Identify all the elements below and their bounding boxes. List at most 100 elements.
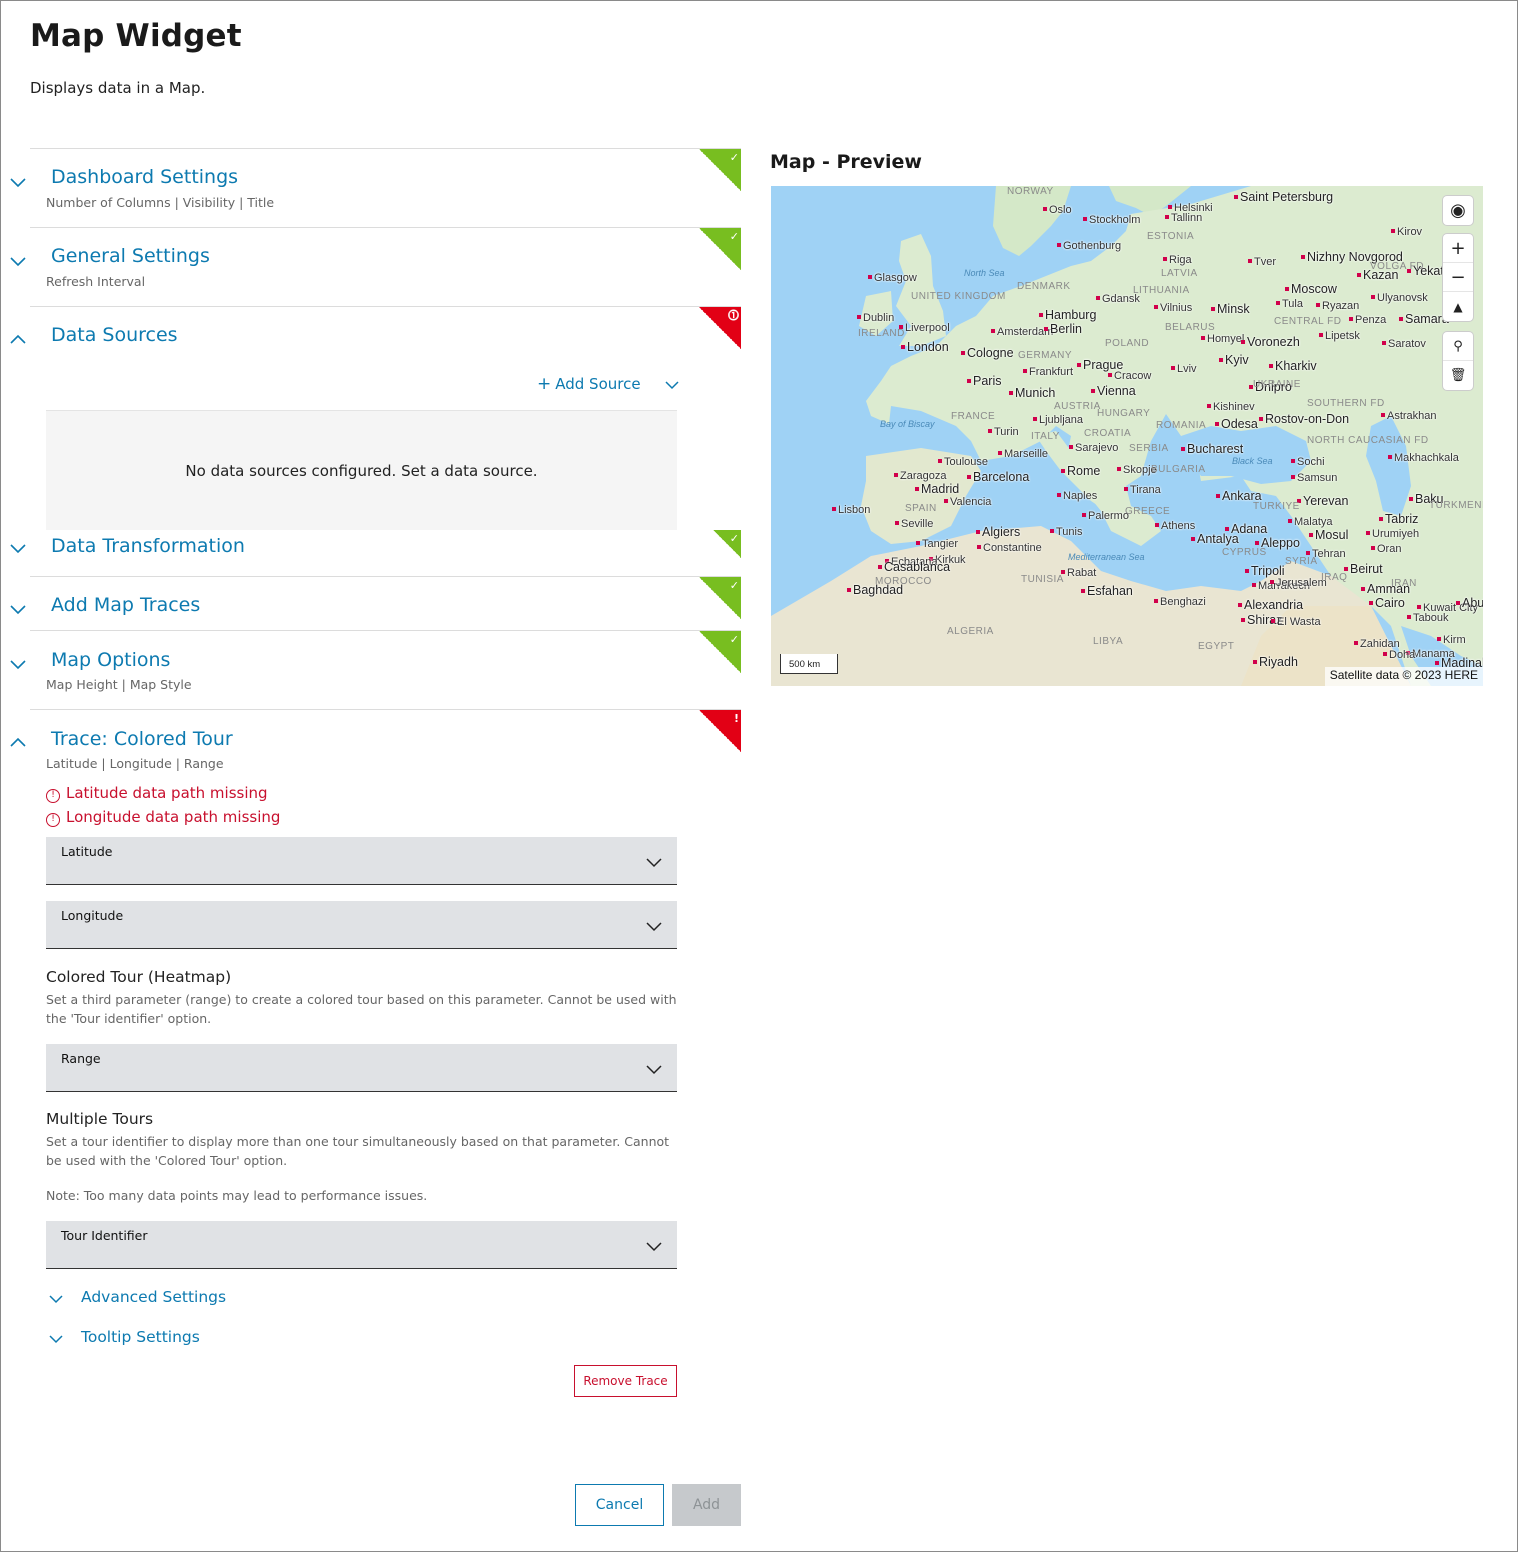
map-city-label: Sarajevo <box>1069 442 1118 454</box>
trash-icon[interactable]: 🗑 <box>1443 361 1473 390</box>
section-title[interactable]: Data Transformation <box>51 535 245 557</box>
city-marker-icon <box>1211 307 1215 311</box>
map-city-label: London <box>901 340 949 354</box>
globe-icon[interactable]: ◉ <box>1443 196 1473 225</box>
section-title[interactable]: Dashboard Settings <box>51 166 238 188</box>
range-select[interactable]: Range <box>46 1044 677 1092</box>
city-marker-icon <box>1108 373 1112 377</box>
valid-status-badge: ✓ <box>699 149 741 191</box>
city-marker-icon <box>967 379 971 383</box>
remove-trace-button[interactable]: Remove Trace <box>574 1365 677 1397</box>
chevron-up-icon[interactable] <box>8 330 28 350</box>
chevron-down-icon <box>646 922 662 932</box>
chevron-down-icon[interactable] <box>47 1290 65 1308</box>
section-general-settings[interactable]: General Settings Refresh Interval ✓ <box>10 227 741 307</box>
map-city-label: Odesa <box>1215 417 1258 431</box>
pin-icon[interactable]: ⚲ <box>1443 332 1473 361</box>
section-data-sources[interactable]: Data Sources ⓵ <box>10 306 741 366</box>
city-marker-icon <box>1259 417 1263 421</box>
chevron-down-icon[interactable] <box>8 599 28 619</box>
section-dashboard-settings[interactable]: Dashboard Settings Number of Columns | V… <box>10 148 741 228</box>
map-country-label: GERMANY <box>1018 350 1073 361</box>
add-source-button[interactable]: + Add Source <box>537 374 641 394</box>
map-city-label: Gothenburg <box>1057 240 1121 252</box>
map-preview[interactable]: Helsinki Saint Petersburg Oslo Stockholm Tal… <box>771 186 1483 686</box>
city-marker-icon <box>1391 229 1395 233</box>
city-marker-icon <box>1371 295 1375 299</box>
map-country-label: CYPRUS <box>1222 547 1267 558</box>
compass-icon[interactable]: ▲ <box>1443 292 1473 321</box>
city-marker-icon <box>1357 273 1361 277</box>
zoom-out-icon[interactable]: − <box>1443 263 1473 292</box>
section-map-options[interactable]: Map Options Map Height | Map Style ✓ <box>10 630 741 710</box>
chevron-down-icon[interactable] <box>8 538 28 558</box>
city-marker-icon <box>1057 243 1061 247</box>
city-marker-icon <box>1082 513 1086 517</box>
city-marker-icon <box>868 275 872 279</box>
globe-control[interactable]: ◉ <box>1443 196 1473 225</box>
plus-icon: + <box>537 374 552 394</box>
section-title[interactable]: Map Options <box>51 649 170 671</box>
advanced-settings-toggle[interactable]: Advanced Settings <box>81 1288 226 1306</box>
longitude-select[interactable]: Longitude <box>46 901 677 949</box>
section-title[interactable]: Trace: Colored Tour <box>51 728 233 750</box>
chevron-up-icon[interactable] <box>8 733 28 753</box>
latitude-select[interactable]: Latitude <box>46 837 677 885</box>
section-trace-colored-tour[interactable]: Trace: Colored Tour Latitude | Longitude… <box>10 709 741 779</box>
valid-status-badge: ✓ <box>699 577 741 619</box>
page-title: Map Widget <box>30 18 242 54</box>
cancel-button[interactable]: Cancel <box>575 1484 664 1526</box>
tour-identifier-select[interactable]: Tour Identifier <box>46 1221 677 1269</box>
map-country-label: EGYPT <box>1198 641 1235 652</box>
check-icon: ✓ <box>729 230 739 243</box>
chevron-down-icon[interactable] <box>8 251 28 271</box>
section-data-transformation[interactable]: Data Transformation ✓ <box>10 530 741 577</box>
city-marker-icon <box>967 475 971 479</box>
city-marker-icon <box>1285 287 1289 291</box>
map-city-label: Ljubljana <box>1033 414 1083 426</box>
map-city-label: Dublin <box>857 312 894 324</box>
city-marker-icon <box>901 345 905 349</box>
city-marker-icon <box>1301 255 1305 259</box>
map-city-label: Tangier <box>916 538 958 550</box>
section-add-map-traces[interactable]: Add Map Traces ✓ <box>10 576 741 631</box>
chevron-down-icon[interactable] <box>663 376 681 394</box>
map-city-label: Voronezh <box>1241 335 1300 349</box>
alert-icon: ⓵ <box>728 309 739 322</box>
section-title[interactable]: Data Sources <box>51 324 178 346</box>
map-sea-label: North Sea <box>964 268 1005 278</box>
city-marker-icon <box>1219 358 1223 362</box>
map-city-label: Kirm <box>1437 634 1466 646</box>
map-city-label: Cairo <box>1369 596 1405 610</box>
city-marker-icon <box>1117 467 1121 471</box>
section-subtitle: Number of Columns | Visibility | Title <box>46 195 275 210</box>
map-country-label: TUNISIA <box>1021 574 1064 585</box>
tooltip-settings-toggle[interactable]: Tooltip Settings <box>81 1328 200 1346</box>
map-city-label: Lisbon <box>832 504 870 516</box>
heatmap-description: Set a third parameter (range) to create … <box>46 992 677 1026</box>
chevron-down-icon[interactable] <box>47 1330 65 1348</box>
zoom-in-icon[interactable]: + <box>1443 234 1473 263</box>
chevron-down-icon[interactable] <box>8 654 28 674</box>
section-subtitle: Refresh Interval <box>46 274 146 289</box>
map-city-label: Zaragoza <box>894 470 946 482</box>
section-title[interactable]: Add Map Traces <box>51 594 200 616</box>
add-button[interactable]: Add <box>672 1484 741 1526</box>
map-country-label: UNITED KINGDOM <box>911 291 1006 302</box>
city-marker-icon <box>1366 531 1370 535</box>
map-city-label: Constantine <box>977 542 1042 554</box>
map-country-label: AUSTRIA <box>1054 401 1101 412</box>
city-marker-icon <box>1124 487 1128 491</box>
city-marker-icon <box>1291 459 1295 463</box>
city-marker-icon <box>1168 205 1172 209</box>
city-marker-icon <box>1253 660 1257 664</box>
map-city-label: Ulyanovsk <box>1371 292 1428 304</box>
map-city-label: Vilnius <box>1154 302 1192 314</box>
section-title[interactable]: General Settings <box>51 245 210 267</box>
city-marker-icon <box>998 451 1002 455</box>
chevron-down-icon[interactable] <box>8 172 28 192</box>
select-label: Latitude <box>61 844 113 859</box>
map-country-label: LIBYA <box>1093 636 1124 647</box>
heatmap-heading: Colored Tour (Heatmap) <box>46 968 232 986</box>
map-city-label: Saratov <box>1382 338 1426 350</box>
